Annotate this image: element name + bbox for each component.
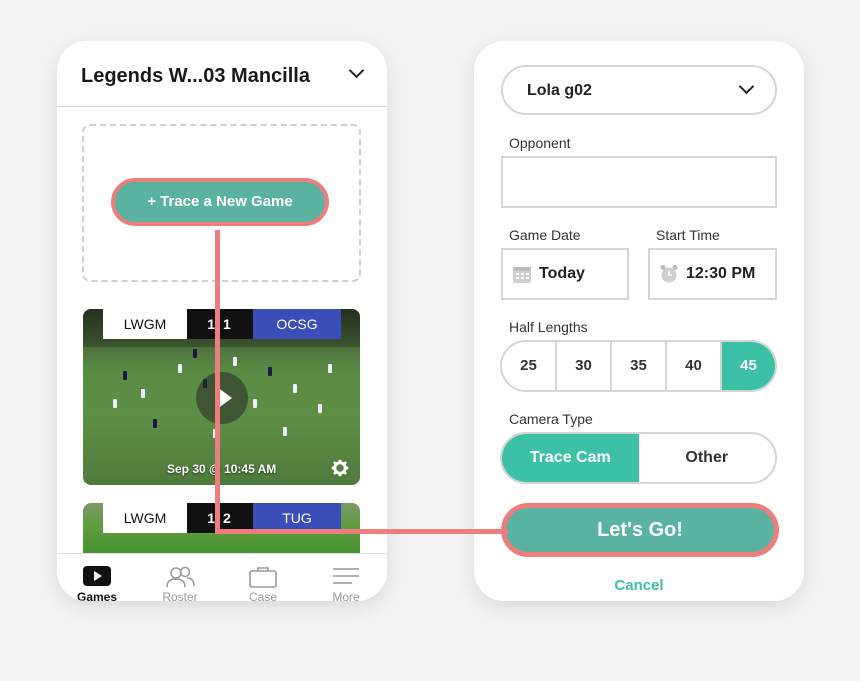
away-team: OCSG — [253, 309, 341, 339]
camera-option-trace-cam[interactable]: Trace Cam — [502, 434, 639, 482]
player-figure — [293, 384, 297, 393]
player-figure — [268, 367, 272, 376]
trace-new-game-button[interactable]: + Trace a New Game — [115, 182, 325, 222]
opponent-input[interactable] — [501, 156, 777, 208]
player-figure — [233, 357, 237, 366]
scoreboard: LWGM 1 1 OCSG — [103, 309, 341, 339]
player-figure — [193, 349, 197, 358]
nav-label: Games — [76, 590, 118, 601]
briefcase-icon — [249, 567, 277, 588]
nav-games[interactable]: Games — [62, 566, 132, 601]
camera-type-label: Camera Type — [509, 411, 593, 427]
right-phone: Lola g02 Opponent Game Date Today Start … — [474, 41, 804, 601]
chevron-down-icon — [738, 78, 755, 95]
player-figure — [178, 364, 182, 373]
start-time-value: 12:30 PM — [686, 265, 756, 282]
play-icon — [83, 566, 111, 586]
chevron-down-icon[interactable] — [348, 62, 365, 79]
player-figure — [328, 364, 332, 373]
nav-label: Case — [248, 590, 277, 601]
alarm-clock-icon — [660, 265, 678, 283]
connector-line-vertical — [215, 230, 220, 534]
half-length-option[interactable]: 40 — [667, 342, 722, 390]
cancel-link[interactable]: Cancel — [474, 577, 804, 594]
nav-case[interactable]: Case — [228, 566, 298, 601]
game-date-field[interactable]: Today — [501, 248, 629, 300]
half-length-option-selected[interactable]: 45 — [722, 342, 775, 390]
home-team: LWGM — [103, 309, 187, 339]
score: 1 1 — [187, 309, 253, 339]
start-time-label: Start Time — [656, 227, 720, 243]
home-team: LWGM — [103, 503, 187, 533]
team-title[interactable]: Legends W...03 Mancilla — [81, 65, 310, 88]
half-length-selector: 25 30 35 40 45 — [500, 340, 777, 392]
bottom-nav: Games Roster Case More — [57, 553, 387, 601]
connector-line-horizontal — [215, 529, 508, 534]
nav-roster[interactable]: Roster — [145, 566, 215, 601]
player-figure — [141, 389, 145, 398]
half-length-option[interactable]: 35 — [612, 342, 667, 390]
nav-more[interactable]: More — [311, 566, 381, 601]
calendar-icon — [513, 267, 531, 283]
team-select-value: Lola g02 — [527, 82, 592, 99]
nav-label: More — [332, 590, 360, 601]
gear-icon[interactable] — [331, 459, 349, 477]
menu-icon — [333, 568, 359, 584]
half-length-option[interactable]: 25 — [502, 342, 557, 390]
left-phone: Legends W...03 Mancilla + Trace a New Ga… — [57, 41, 387, 601]
half-length-option[interactable]: 30 — [557, 342, 612, 390]
camera-option-other[interactable]: Other — [639, 434, 776, 482]
people-icon — [166, 566, 195, 588]
header: Legends W...03 Mancilla — [57, 41, 387, 107]
player-figure — [153, 419, 157, 428]
game-date-label: Game Date — [509, 227, 581, 243]
player-figure — [113, 399, 117, 408]
player-figure — [253, 399, 257, 408]
player-figure — [318, 404, 322, 413]
lets-go-button[interactable]: Let's Go! — [506, 508, 774, 552]
start-time-field[interactable]: 12:30 PM — [648, 248, 777, 300]
play-icon[interactable] — [196, 372, 248, 424]
game-date-value: Today — [539, 265, 585, 282]
opponent-label: Opponent — [509, 135, 571, 151]
nav-label: Roster — [162, 590, 198, 601]
team-select[interactable]: Lola g02 — [501, 65, 777, 115]
game-date: Sep 30 @ 10:45 AM — [167, 462, 277, 476]
player-figure — [283, 427, 287, 436]
game-card[interactable]: LWGM 1 1 OCSG Sep 30 @ 10:45 AM — [83, 309, 360, 485]
half-lengths-label: Half Lengths — [509, 319, 588, 335]
camera-type-selector: Trace Cam Other — [500, 432, 777, 484]
player-figure — [123, 371, 127, 380]
